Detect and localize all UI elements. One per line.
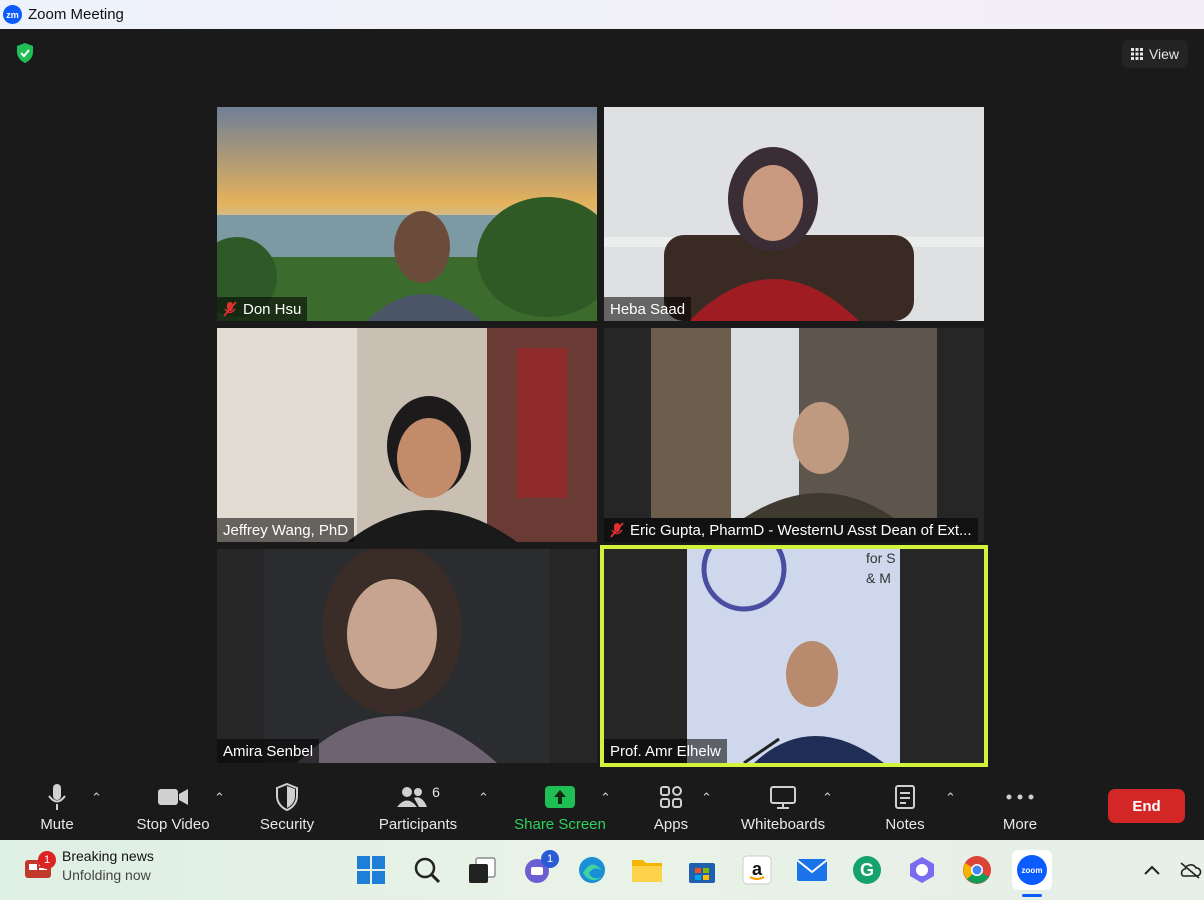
copilot-icon[interactable] (904, 852, 940, 888)
whiteboards-label: Whiteboards (740, 815, 826, 833)
chevron-up-icon[interactable]: ⌃ (701, 790, 712, 806)
windows-taskbar: 1 Breaking news Unfolding now 1 a G zoom (0, 840, 1204, 900)
svg-text:G: G (860, 860, 874, 880)
more-button[interactable]: More (996, 774, 1044, 840)
news-widget[interactable]: 1 Breaking news Unfolding now (24, 848, 154, 884)
participant-name: Prof. Amr Elhelw (610, 742, 721, 760)
security-label: Security (259, 815, 315, 833)
video-feed (217, 328, 597, 542)
apps-label: Apps (653, 815, 689, 833)
participant-name: Don Hsu (243, 300, 302, 318)
chrome-icon[interactable] (959, 852, 995, 888)
chevron-up-icon[interactable]: ⌃ (214, 790, 225, 806)
shield-icon (276, 782, 298, 811)
participant-name-label: Heba Saad (604, 297, 692, 321)
video-tile[interactable]: Heba Saad (604, 107, 984, 321)
participant-name-label: Eric Gupta, PharmD - WesternU Asst Dean … (604, 518, 978, 542)
video-tile[interactable]: Don Hsu (217, 107, 597, 321)
meeting-toolbar: Mute ⌃ Stop Video ⌃ Security 6 Participa… (0, 774, 1204, 840)
svg-text:& M: & M (866, 570, 891, 586)
mail-icon[interactable] (794, 852, 830, 888)
grid-icon (1130, 48, 1143, 60)
zoom-taskbar-icon[interactable]: zoom (1012, 850, 1052, 890)
chevron-up-icon[interactable]: ⌃ (91, 790, 102, 806)
news-icon: 1 (24, 851, 56, 884)
participant-name: Eric Gupta, PharmD - WesternU Asst Dean … (630, 521, 972, 539)
zoom-taskbar-label: zoom (1021, 865, 1043, 875)
security-button[interactable]: Security (254, 774, 320, 840)
whiteboard-icon (770, 785, 796, 809)
news-subtitle: Unfolding now (62, 867, 151, 883)
edge-browser-icon[interactable] (574, 852, 610, 888)
end-meeting-button[interactable]: End (1108, 789, 1185, 823)
notes-icon (895, 784, 915, 809)
grammarly-icon[interactable]: G (849, 852, 885, 888)
meeting-area (0, 29, 1204, 774)
mute-label: Mute (40, 815, 74, 833)
notes-label: Notes (885, 815, 925, 833)
video-feed (217, 549, 597, 763)
search-icon[interactable] (409, 852, 445, 888)
share-screen-icon (545, 785, 575, 808)
participant-name-label: Prof. Amr Elhelw (604, 739, 727, 763)
participant-name: Amira Senbel (223, 742, 314, 760)
video-feed (604, 107, 984, 321)
window-title: Zoom Meeting (28, 6, 124, 23)
view-button[interactable]: View (1122, 40, 1188, 68)
svg-text:for S: for S (866, 550, 896, 566)
chevron-up-icon[interactable]: ⌃ (945, 790, 956, 806)
window-titlebar: zm Zoom Meeting (0, 0, 1204, 29)
notification-badge: 1 (38, 851, 56, 869)
zoom-app-icon: zm (3, 5, 22, 24)
mic-muted-icon (610, 522, 624, 538)
video-tile[interactable]: Eric Gupta, PharmD - WesternU Asst Dean … (604, 328, 984, 542)
onedrive-offline-icon[interactable] (1176, 852, 1204, 888)
view-label: View (1148, 46, 1180, 62)
task-view-icon[interactable] (464, 852, 500, 888)
mute-button[interactable]: Mute (30, 774, 84, 840)
video-tile-active-speaker[interactable]: for S & M Prof. Amr Elhelw (600, 545, 988, 767)
mic-muted-icon (223, 301, 237, 317)
people-icon (397, 786, 428, 807)
chevron-up-icon[interactable]: ⌃ (600, 790, 611, 806)
participants-label: Participants (378, 815, 458, 833)
participant-name: Heba Saad (610, 300, 686, 318)
news-title: Breaking news (62, 848, 154, 864)
active-app-indicator (1022, 894, 1042, 897)
video-feed: for S & M (604, 549, 984, 763)
chat-badge: 1 (541, 850, 559, 868)
stop-video-label: Stop Video (136, 815, 210, 833)
shield-check-icon[interactable] (14, 42, 36, 64)
participants-count: 6 (432, 783, 440, 800)
participants-button[interactable]: 6 Participants (372, 774, 464, 840)
whiteboards-button[interactable]: Whiteboards (736, 774, 830, 840)
video-feed (604, 328, 984, 542)
more-label: More (1002, 815, 1038, 833)
video-tile[interactable]: Jeffrey Wang, PhD (217, 328, 597, 542)
video-feed (217, 107, 597, 321)
microphone-icon (48, 783, 66, 810)
apps-icon (660, 785, 682, 808)
video-tile[interactable]: Amira Senbel (217, 549, 597, 763)
chevron-up-icon[interactable]: ⌃ (822, 790, 833, 806)
file-explorer-icon[interactable] (629, 852, 665, 888)
notes-button[interactable]: Notes (880, 774, 930, 840)
participant-name-label: Amira Senbel (217, 739, 320, 763)
teams-chat-icon[interactable]: 1 (519, 850, 559, 888)
microsoft-store-icon[interactable] (684, 852, 720, 888)
share-screen-label: Share Screen (514, 815, 606, 833)
windows-start-icon[interactable] (353, 852, 389, 888)
stop-video-button[interactable]: Stop Video (130, 774, 216, 840)
participant-name-label: Jeffrey Wang, PhD (217, 518, 355, 542)
amazon-icon[interactable]: a (739, 852, 775, 888)
participant-name-label: Don Hsu (217, 297, 308, 321)
apps-button[interactable]: Apps (646, 774, 696, 840)
participant-name: Jeffrey Wang, PhD (223, 521, 349, 539)
ellipsis-icon (1006, 794, 1034, 799)
show-hidden-icons-chevron-icon[interactable] (1134, 852, 1170, 888)
share-screen-button[interactable]: Share Screen (512, 774, 608, 840)
chevron-up-icon[interactable]: ⌃ (478, 790, 489, 806)
video-camera-icon (158, 788, 188, 805)
svg-text:a: a (752, 859, 763, 879)
